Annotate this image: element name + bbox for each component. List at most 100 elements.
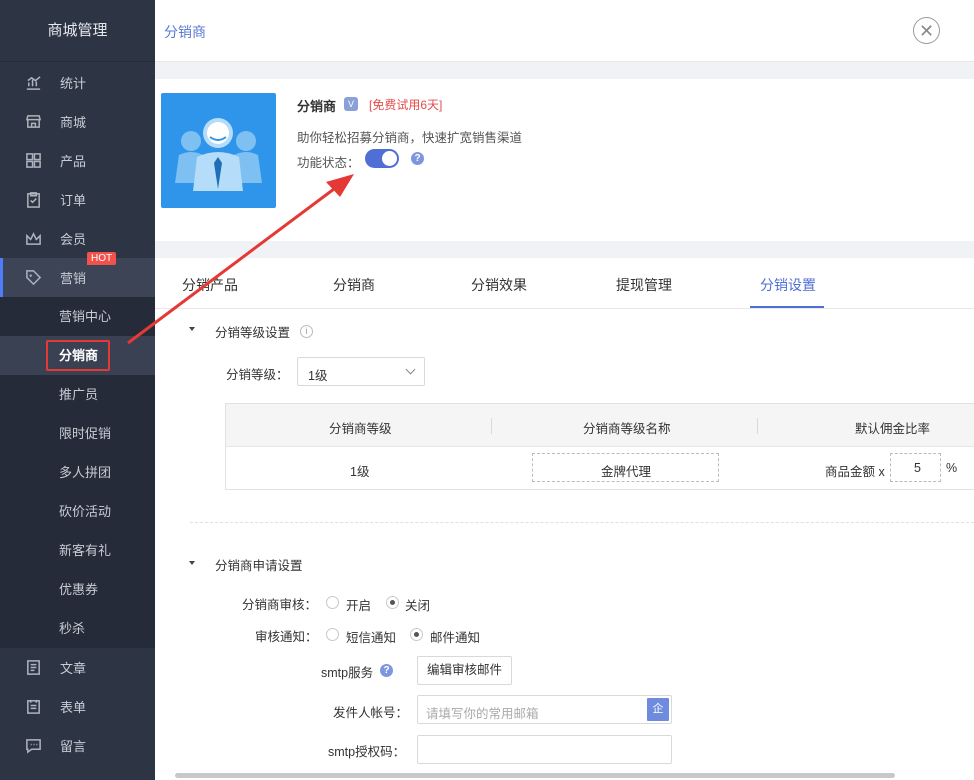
commission-unit: % <box>946 461 958 475</box>
store-icon <box>24 113 42 131</box>
sidebar-item-label: 会员 <box>60 232 87 247</box>
tab-distribution-products[interactable]: 分销产品 <box>182 275 238 295</box>
review-on-label[interactable]: 开启 <box>346 595 371 614</box>
article-icon <box>24 659 42 677</box>
level-label: 分销等级： <box>226 368 289 382</box>
notify-label: 审核通知： <box>255 630 318 644</box>
enterprise-email-icon[interactable]: 企 <box>647 698 669 721</box>
smtp-help-icon[interactable]: ? <box>380 664 393 677</box>
sidebar-item-marketing[interactable]: 营销 HOT <box>0 252 155 297</box>
plugin-card: 分销商 V [免费试用6天] 助你轻松招募分销商，快速扩宽销售渠道 功能状态： … <box>155 79 974 241</box>
column-header: 分销商等级名称 <box>583 422 671 436</box>
help-icon[interactable]: ? <box>411 152 424 165</box>
sidebar-item-label: 文章 <box>60 661 87 676</box>
column-separator <box>757 418 758 434</box>
tab-distribution-settings[interactable]: 分销设置 <box>760 275 816 295</box>
tab-distribution-effect[interactable]: 分销效果 <box>471 275 527 295</box>
sender-email-placeholder: 请填写你的常用邮箱 <box>426 707 539 721</box>
plugin-name: 分销商 <box>297 99 337 114</box>
smtp-auth-code-input[interactable] <box>417 735 672 764</box>
section-title-apply: 分销商申请设置 <box>215 559 303 573</box>
sidebar-item-label: 营销 <box>60 271 87 286</box>
feature-state-toggle[interactable] <box>365 149 399 168</box>
review-on-radio[interactable] <box>326 596 339 609</box>
clipboard-icon <box>24 191 42 209</box>
annotation-highlight-box <box>46 340 110 371</box>
sidebar-item-stats[interactable]: 统计 <box>0 63 155 102</box>
grid-icon <box>24 152 42 170</box>
collapse-caret-icon[interactable] <box>189 561 195 565</box>
review-label: 分销商审核： <box>242 598 318 612</box>
close-icon: ✕ <box>918 20 935 41</box>
main-panel: 分销商 ✕ 分销商 V [免费试用6天] 助你轻松招募分销商，快速扩宽销售渠道 <box>155 0 974 780</box>
marketing-submenu: 营销中心 分销商 推广员 限时促销 多人拼团 砍价活动 新客有礼 优惠券 秒杀 <box>0 297 155 648</box>
submenu-item[interactable]: 限时促销 <box>0 414 155 453</box>
cell-level: 1级 <box>350 465 370 479</box>
level-select-value: 1级 <box>308 369 328 383</box>
level-select[interactable]: 1级 <box>297 357 425 386</box>
feature-state-label: 功能状态： <box>297 156 360 170</box>
submenu-item[interactable]: 砍价活动 <box>0 492 155 531</box>
level-name-value: 金牌代理 <box>601 465 652 479</box>
close-button[interactable]: ✕ <box>913 17 940 44</box>
chevron-down-icon <box>405 364 416 375</box>
notify-email-label[interactable]: 邮件通知 <box>430 627 480 646</box>
section-divider <box>190 522 974 523</box>
table-header: 分销商等级 分销商等级名称 默认佣金比率 <box>226 404 974 447</box>
column-separator <box>491 418 492 434</box>
notify-email-radio[interactable] <box>410 628 423 641</box>
auth-code-label: smtp授权码： <box>328 745 406 759</box>
collapse-caret-icon[interactable] <box>189 327 195 331</box>
submenu-item-distributor[interactable]: 分销商 <box>0 336 155 375</box>
submenu-item[interactable]: 秒杀 <box>0 609 155 648</box>
sidebar: 商城管理 统计 商城 产品 订单 会员 营销 HOT 营销中心 分销商 推广员 … <box>0 0 155 780</box>
commission-rate-value: 5 <box>914 461 921 475</box>
submenu-item[interactable]: 推广员 <box>0 375 155 414</box>
vip-badge-icon: V <box>344 97 358 111</box>
notify-sms-label[interactable]: 短信通知 <box>346 627 396 646</box>
horizontal-scrollbar[interactable] <box>175 773 895 778</box>
review-off-radio[interactable] <box>386 596 399 609</box>
hot-badge: HOT <box>87 252 117 265</box>
sidebar-item-label: 产品 <box>60 154 87 169</box>
trial-badge[interactable]: [免费试用6天] <box>369 96 442 113</box>
sidebar-item-store[interactable]: 商城 <box>0 102 155 141</box>
commission-rate-input[interactable]: 5 <box>890 453 941 482</box>
sidebar-item-products[interactable]: 产品 <box>0 141 155 180</box>
tab-withdrawal[interactable]: 提现管理 <box>616 275 672 295</box>
review-off-label[interactable]: 关闭 <box>405 595 430 614</box>
level-name-input[interactable]: 金牌代理 <box>532 453 719 482</box>
table-row: 1级 金牌代理 商品金额 x 5 % <box>226 447 974 490</box>
notify-sms-radio[interactable] <box>326 628 339 641</box>
smtp-label: smtp服务 <box>321 666 374 680</box>
distributor-logo-icon <box>161 93 276 208</box>
plugin-description: 助你轻松招募分销商，快速扩宽销售渠道 <box>297 131 523 145</box>
submenu-item[interactable]: 新客有礼 <box>0 531 155 570</box>
crown-icon <box>24 230 42 248</box>
tab-bar: 分销产品 分销商 分销效果 提现管理 分销设置 <box>155 258 974 309</box>
tab-distributors[interactable]: 分销商 <box>333 275 375 295</box>
sidebar-item-members[interactable]: 会员 <box>0 219 155 258</box>
submenu-item[interactable]: 优惠券 <box>0 570 155 609</box>
sidebar-item-articles[interactable]: 文章 <box>0 648 155 687</box>
sidebar-item-messages[interactable]: 留言 <box>0 726 155 765</box>
sidebar-item-label: 统计 <box>60 76 87 91</box>
sidebar-item-label: 表单 <box>60 700 87 715</box>
edit-review-email-button[interactable]: 编辑审核邮件 <box>417 656 512 685</box>
sidebar-item-orders[interactable]: 订单 <box>0 180 155 219</box>
page-title: 分销商 <box>164 24 206 40</box>
commission-prefix: 商品金额 x <box>825 465 885 479</box>
sidebar-item-label: 订单 <box>60 193 87 208</box>
column-header: 默认佣金比率 <box>855 422 931 436</box>
sender-label: 发件人帐号： <box>333 706 409 720</box>
info-icon[interactable]: i <box>300 325 313 338</box>
submenu-item[interactable]: 多人拼团 <box>0 453 155 492</box>
sidebar-item-forms[interactable]: 表单 <box>0 687 155 726</box>
top-bar: 分销商 ✕ <box>155 0 974 62</box>
submenu-item[interactable]: 营销中心 <box>0 297 155 336</box>
sender-email-input[interactable]: 请填写你的常用邮箱 企 <box>417 695 672 724</box>
active-tab-indicator <box>750 306 824 308</box>
chart-icon <box>24 74 42 92</box>
sidebar-item-label: 商城 <box>60 115 87 130</box>
tag-icon <box>24 269 42 287</box>
